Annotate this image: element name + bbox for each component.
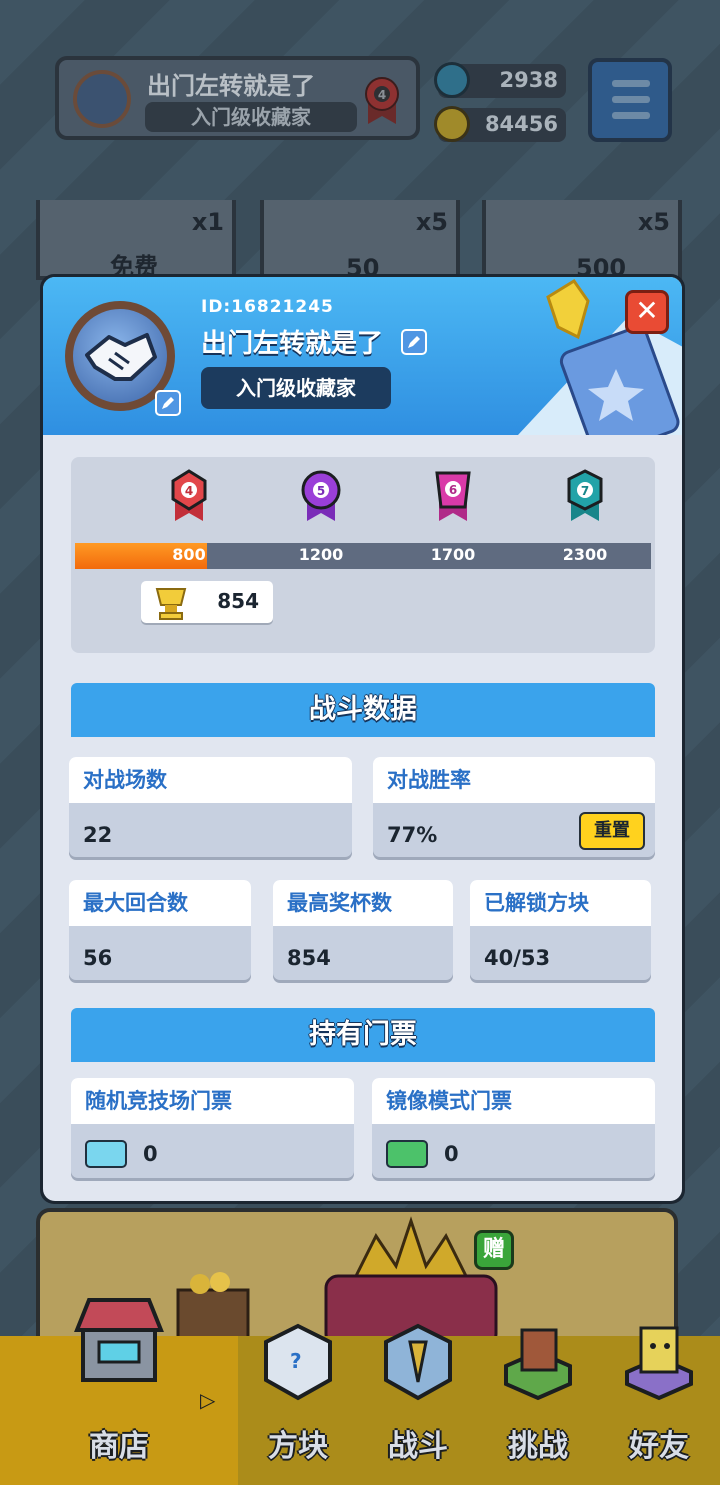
gem-icon <box>434 62 470 98</box>
mirror-ticket-icon <box>386 1140 428 1168</box>
coin-icon <box>434 106 470 142</box>
max-trophies-stat: 最高奖杯数 854 <box>273 880 453 980</box>
svg-text:6: 6 <box>449 483 457 497</box>
shop-icon <box>74 1298 164 1382</box>
stat-value: 56 <box>83 946 113 970</box>
svg-text:4: 4 <box>378 88 386 102</box>
edit-avatar-button[interactable] <box>155 390 181 416</box>
stat-label: 最大回合数 <box>69 880 251 926</box>
arrow-right-icon: ▷ <box>200 1388 216 1412</box>
winrate-stat: 对战胜率 77% 重置 <box>373 757 655 857</box>
shop-card[interactable]: x5 500 <box>482 200 682 282</box>
stat-label: 镜像模式门票 <box>372 1078 655 1124</box>
svg-text:7: 7 <box>581 484 589 498</box>
player-name: 出门左转就是了 <box>147 72 315 100</box>
gift-tag: 赠 <box>474 1230 514 1270</box>
rank-threshold: 1200 <box>298 545 344 564</box>
card-qty: x5 <box>415 208 448 236</box>
nav-label: 好友 <box>629 1429 689 1464</box>
ribbon-icon: 4 <box>171 469 207 521</box>
profile-dialog: ID:16821245 出门左转就是了 入门级收藏家 ✕ 4 5 6 7 800… <box>40 274 685 1204</box>
coin-amount: 84456 <box>484 112 558 136</box>
player-id: ID:16821245 <box>201 297 334 317</box>
menu-icon <box>612 80 650 87</box>
pencil-icon <box>162 397 174 409</box>
pencil-icon <box>408 336 420 348</box>
matches-stat: 对战场数 22 <box>69 757 352 857</box>
gem-counter[interactable]: 2938 <box>434 62 566 98</box>
stat-value: 40/53 <box>484 946 551 970</box>
stat-label: 对战场数 <box>69 757 352 803</box>
random-arena-ticket-stat: 随机竞技场门票 0 <box>71 1078 354 1178</box>
stat-label: 对战胜率 <box>373 757 655 803</box>
nav-label: 商店 <box>89 1429 149 1464</box>
challenge-icon <box>504 1328 572 1401</box>
profile-title[interactable]: 入门级收藏家 <box>201 367 391 409</box>
card-qty: x1 <box>191 208 224 236</box>
trophy-icon <box>155 588 187 620</box>
rank-threshold: 1700 <box>430 545 476 564</box>
svg-text:4: 4 <box>185 484 193 498</box>
edit-name-button[interactable] <box>401 329 427 355</box>
nav-blocks[interactable]: ? 方块 <box>238 1323 358 1485</box>
player-profile-chip[interactable]: 出门左转就是了 入门级收藏家 4 <box>55 56 420 140</box>
arena-ticket-icon <box>85 1140 127 1168</box>
stat-value: 22 <box>83 823 113 847</box>
rank-ribbon-icon: 4 <box>365 77 399 124</box>
handshake-icon <box>85 333 157 381</box>
ribbon-icon: 5 <box>301 470 341 521</box>
menu-button[interactable] <box>588 58 672 142</box>
nav-label: 战斗 <box>388 1429 448 1464</box>
rank-track: 4 5 6 7 800 1200 1700 2300 854 <box>71 457 655 653</box>
coin-counter[interactable]: 84456 <box>434 106 566 142</box>
svg-text:5: 5 <box>317 484 325 498</box>
stat-label: 最高奖杯数 <box>273 880 453 926</box>
reset-button[interactable]: 重置 <box>579 812 645 850</box>
gem-amount: 2938 <box>499 68 558 92</box>
current-trophies: 854 <box>141 581 273 623</box>
stat-value: 0 <box>143 1142 158 1166</box>
battle-icon <box>384 1323 452 1401</box>
nav-shop[interactable]: ▷ 商店 <box>0 1298 238 1485</box>
battle-stats-header: 战斗数据 <box>71 683 655 737</box>
nav-battle[interactable]: 战斗 <box>358 1323 478 1485</box>
stat-label: 随机竞技场门票 <box>71 1078 354 1124</box>
svg-text:?: ? <box>290 1349 302 1373</box>
card-qty: x5 <box>637 208 670 236</box>
rank-threshold: 2300 <box>562 545 608 564</box>
shop-card[interactable]: x5 50 <box>260 200 460 282</box>
max-rounds-stat: 最大回合数 56 <box>69 880 251 980</box>
profile-header: ID:16821245 出门左转就是了 入门级收藏家 ✕ <box>43 277 682 435</box>
treasure-crate-icon <box>176 1272 250 1342</box>
stat-value: 0 <box>444 1142 459 1166</box>
unlocked-blocks-stat: 已解锁方块 40/53 <box>470 880 651 980</box>
shop-card[interactable]: x1 免费 <box>36 200 236 281</box>
nav-friends[interactable]: 好友 <box>598 1326 720 1485</box>
nav-challenge[interactable]: 挑战 <box>478 1328 598 1485</box>
rank-threshold: 800 <box>172 545 206 564</box>
nav-label: 挑战 <box>508 1429 568 1464</box>
avatar <box>73 70 131 128</box>
stat-value: 77% <box>387 823 438 847</box>
bottom-nav: ▷ 商店 ? 方块 战斗 挑战 好友 <box>0 1298 720 1485</box>
stat-value: 854 <box>287 946 331 970</box>
ribbon-icon: 7 <box>567 469 603 521</box>
trophy-value: 854 <box>217 589 259 613</box>
mirror-ticket-stat: 镜像模式门票 0 <box>372 1078 655 1178</box>
close-button[interactable]: ✕ <box>625 290 669 334</box>
profile-name: 出门左转就是了 <box>201 329 384 359</box>
player-title: 入门级收藏家 <box>145 102 357 132</box>
stat-label: 已解锁方块 <box>470 880 651 926</box>
block-icon: ? <box>264 1323 332 1401</box>
nav-label: 方块 <box>268 1429 328 1464</box>
ribbon-icon: 6 <box>435 471 471 521</box>
friends-icon <box>625 1326 693 1401</box>
tickets-header: 持有门票 <box>71 1008 655 1062</box>
